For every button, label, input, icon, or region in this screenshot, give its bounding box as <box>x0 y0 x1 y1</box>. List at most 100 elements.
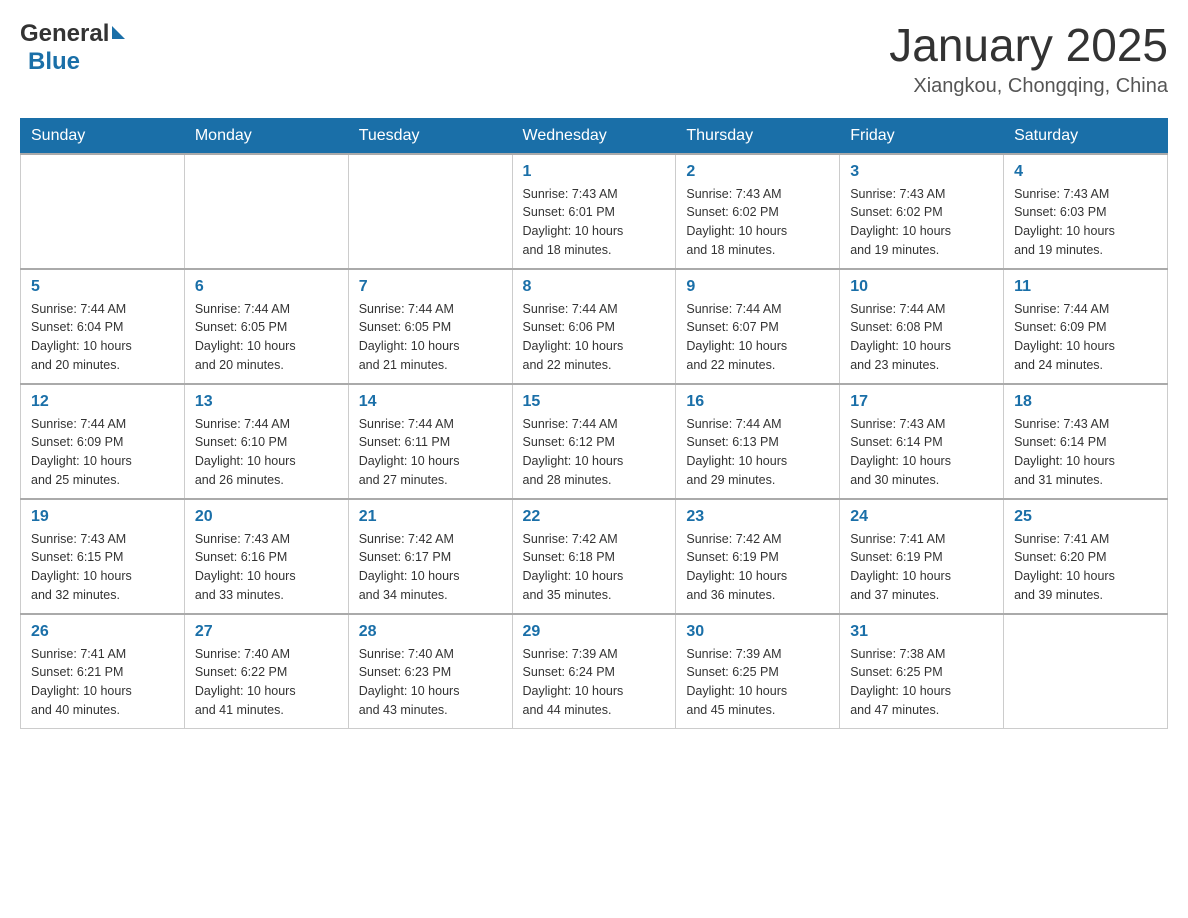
calendar-cell <box>1004 614 1168 729</box>
day-info: Sunrise: 7:44 AM Sunset: 6:09 PM Dayligh… <box>31 415 174 490</box>
week-row-1: 5Sunrise: 7:44 AM Sunset: 6:04 PM Daylig… <box>21 269 1168 384</box>
calendar-cell: 25 Sunrise: 7:41 AM Sunset: 6:20 PM Dayli… <box>1004 499 1168 614</box>
calendar-cell: 26 Sunrise: 7:41 AM Sunset: 6:21 PM Dayli… <box>21 614 185 729</box>
day-number: 5 <box>31 278 174 296</box>
day-number: 31 <box>850 623 993 641</box>
day-info: Sunrise: 7:39 AM Sunset: 6:25 PM Dayligh… <box>686 645 829 720</box>
calendar-cell: 22Sunrise: 7:42 AM Sunset: 6:18 PM Dayli… <box>512 499 676 614</box>
weekday-header-tuesday: Tuesday <box>348 118 512 154</box>
calendar-cell: 21 Sunrise: 7:42 AM Sunset: 6:17 PM Dayli… <box>348 499 512 614</box>
day-number: 13 <box>195 393 338 411</box>
day-number: 15 <box>523 393 666 411</box>
day-info: Sunrise: 7:41 AM Sunset: 6:21 PM Dayligh… <box>31 645 174 720</box>
day-info: Sunrise: 7:44 AM Sunset: 6:11 PM Dayligh… <box>359 415 502 490</box>
calendar-cell: 27 Sunrise: 7:40 AM Sunset: 6:22 PM Dayli… <box>184 614 348 729</box>
day-number: 26 <box>31 623 174 641</box>
day-number: 16 <box>686 393 829 411</box>
calendar-cell: 16 Sunrise: 7:44 AM Sunset: 6:13 PM Dayli… <box>676 384 840 499</box>
calendar-cell: 3 Sunrise: 7:43 AM Sunset: 6:02 PM Daylig… <box>840 154 1004 269</box>
day-number: 20 <box>195 508 338 526</box>
calendar-cell <box>348 154 512 269</box>
day-info: Sunrise: 7:42 AM Sunset: 6:18 PM Dayligh… <box>523 530 666 605</box>
day-info: Sunrise: 7:44 AM Sunset: 6:07 PM Dayligh… <box>686 300 829 375</box>
calendar-cell: 17Sunrise: 7:43 AM Sunset: 6:14 PM Dayli… <box>840 384 1004 499</box>
day-info: Sunrise: 7:38 AM Sunset: 6:25 PM Dayligh… <box>850 645 993 720</box>
logo: General Blue <box>20 20 125 76</box>
day-number: 3 <box>850 163 993 181</box>
logo-general-text: General <box>20 20 109 48</box>
logo-blue-text: Blue <box>28 48 80 76</box>
calendar-cell: 24 Sunrise: 7:41 AM Sunset: 6:19 PM Dayli… <box>840 499 1004 614</box>
week-row-2: 12Sunrise: 7:44 AM Sunset: 6:09 PM Dayli… <box>21 384 1168 499</box>
month-title: January 2025 <box>889 20 1168 71</box>
day-info: Sunrise: 7:43 AM Sunset: 6:15 PM Dayligh… <box>31 530 174 605</box>
calendar-cell: 12Sunrise: 7:44 AM Sunset: 6:09 PM Dayli… <box>21 384 185 499</box>
day-number: 28 <box>359 623 502 641</box>
day-number: 1 <box>523 163 666 181</box>
weekday-header-thursday: Thursday <box>676 118 840 154</box>
day-info: Sunrise: 7:39 AM Sunset: 6:24 PM Dayligh… <box>523 645 666 720</box>
week-row-3: 19 Sunrise: 7:43 AM Sunset: 6:15 PM Dayli… <box>21 499 1168 614</box>
day-number: 6 <box>195 278 338 296</box>
weekday-header-wednesday: Wednesday <box>512 118 676 154</box>
day-info: Sunrise: 7:43 AM Sunset: 6:16 PM Dayligh… <box>195 530 338 605</box>
week-row-4: 26 Sunrise: 7:41 AM Sunset: 6:21 PM Dayli… <box>21 614 1168 729</box>
day-number: 25 <box>1014 508 1157 526</box>
calendar-cell: 15Sunrise: 7:44 AM Sunset: 6:12 PM Dayli… <box>512 384 676 499</box>
day-info: Sunrise: 7:43 AM Sunset: 6:02 PM Dayligh… <box>850 185 993 260</box>
day-number: 10 <box>850 278 993 296</box>
location-title: Xiangkou, Chongqing, China <box>889 75 1168 98</box>
calendar-cell <box>184 154 348 269</box>
day-number: 19 <box>31 508 174 526</box>
logo-arrow-icon <box>112 26 125 39</box>
day-number: 23 <box>686 508 829 526</box>
day-number: 2 <box>686 163 829 181</box>
day-number: 30 <box>686 623 829 641</box>
day-info: Sunrise: 7:44 AM Sunset: 6:06 PM Dayligh… <box>523 300 666 375</box>
day-number: 24 <box>850 508 993 526</box>
weekday-header-saturday: Saturday <box>1004 118 1168 154</box>
day-info: Sunrise: 7:41 AM Sunset: 6:20 PM Dayligh… <box>1014 530 1157 605</box>
day-number: 14 <box>359 393 502 411</box>
title-block: January 2025 Xiangkou, Chongqing, China <box>889 20 1168 98</box>
page-header: General Blue January 2025 Xiangkou, Chon… <box>20 20 1168 98</box>
day-info: Sunrise: 7:41 AM Sunset: 6:19 PM Dayligh… <box>850 530 993 605</box>
calendar-cell: 18Sunrise: 7:43 AM Sunset: 6:14 PM Dayli… <box>1004 384 1168 499</box>
weekday-header-monday: Monday <box>184 118 348 154</box>
day-number: 4 <box>1014 163 1157 181</box>
calendar-cell: 28 Sunrise: 7:40 AM Sunset: 6:23 PM Dayli… <box>348 614 512 729</box>
calendar-cell: 23Sunrise: 7:42 AM Sunset: 6:19 PM Dayli… <box>676 499 840 614</box>
calendar-cell: 6 Sunrise: 7:44 AM Sunset: 6:05 PM Daylig… <box>184 269 348 384</box>
day-info: Sunrise: 7:44 AM Sunset: 6:10 PM Dayligh… <box>195 415 338 490</box>
day-number: 8 <box>523 278 666 296</box>
day-info: Sunrise: 7:44 AM Sunset: 6:09 PM Dayligh… <box>1014 300 1157 375</box>
week-row-0: 1Sunrise: 7:43 AM Sunset: 6:01 PM Daylig… <box>21 154 1168 269</box>
calendar-cell: 31 Sunrise: 7:38 AM Sunset: 6:25 PM Dayli… <box>840 614 1004 729</box>
day-info: Sunrise: 7:44 AM Sunset: 6:05 PM Dayligh… <box>195 300 338 375</box>
day-number: 18 <box>1014 393 1157 411</box>
day-info: Sunrise: 7:43 AM Sunset: 6:02 PM Dayligh… <box>686 185 829 260</box>
calendar-cell: 14 Sunrise: 7:44 AM Sunset: 6:11 PM Dayli… <box>348 384 512 499</box>
weekday-header-row: SundayMondayTuesdayWednesdayThursdayFrid… <box>21 118 1168 154</box>
weekday-header-friday: Friday <box>840 118 1004 154</box>
day-info: Sunrise: 7:44 AM Sunset: 6:13 PM Dayligh… <box>686 415 829 490</box>
day-number: 7 <box>359 278 502 296</box>
day-info: Sunrise: 7:42 AM Sunset: 6:17 PM Dayligh… <box>359 530 502 605</box>
day-number: 11 <box>1014 278 1157 296</box>
calendar-cell: 5Sunrise: 7:44 AM Sunset: 6:04 PM Daylig… <box>21 269 185 384</box>
calendar-cell: 29 Sunrise: 7:39 AM Sunset: 6:24 PM Dayli… <box>512 614 676 729</box>
weekday-header-sunday: Sunday <box>21 118 185 154</box>
calendar-cell <box>21 154 185 269</box>
calendar-cell: 13 Sunrise: 7:44 AM Sunset: 6:10 PM Dayli… <box>184 384 348 499</box>
day-info: Sunrise: 7:43 AM Sunset: 6:14 PM Dayligh… <box>850 415 993 490</box>
calendar-cell: 4 Sunrise: 7:43 AM Sunset: 6:03 PM Daylig… <box>1004 154 1168 269</box>
day-info: Sunrise: 7:43 AM Sunset: 6:03 PM Dayligh… <box>1014 185 1157 260</box>
day-number: 21 <box>359 508 502 526</box>
day-number: 9 <box>686 278 829 296</box>
day-number: 27 <box>195 623 338 641</box>
day-info: Sunrise: 7:40 AM Sunset: 6:23 PM Dayligh… <box>359 645 502 720</box>
calendar-cell: 1Sunrise: 7:43 AM Sunset: 6:01 PM Daylig… <box>512 154 676 269</box>
calendar-cell: 19 Sunrise: 7:43 AM Sunset: 6:15 PM Dayli… <box>21 499 185 614</box>
day-number: 29 <box>523 623 666 641</box>
day-info: Sunrise: 7:40 AM Sunset: 6:22 PM Dayligh… <box>195 645 338 720</box>
